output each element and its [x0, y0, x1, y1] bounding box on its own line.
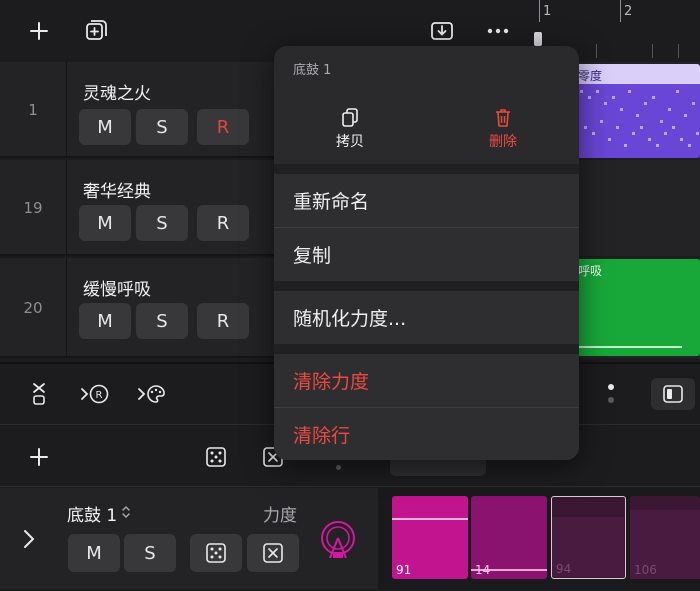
- menu-item-randomize-velocity[interactable]: 随机化力度...: [274, 291, 579, 344]
- copy-label: 拷贝: [336, 133, 364, 150]
- chevron-updown-icon[interactable]: [119, 503, 133, 521]
- add-square-icon[interactable]: [81, 16, 111, 46]
- step-velocity: 14: [475, 563, 491, 577]
- ruler-tick: [678, 44, 679, 58]
- add-row-icon[interactable]: [26, 444, 52, 470]
- region-label: 呼吸: [578, 264, 603, 278]
- track-number: 19: [0, 160, 67, 256]
- ruler-mark: 2: [624, 4, 633, 19]
- tray-download-icon[interactable]: [427, 16, 457, 46]
- pattern-length-icon[interactable]: [27, 380, 51, 408]
- step-velocity: 94: [556, 562, 572, 576]
- row-name[interactable]: 底鼓 1: [67, 501, 117, 526]
- track-name[interactable]: 灵魂之火: [83, 79, 151, 104]
- ruler-mark: 1: [543, 4, 552, 19]
- solo-button[interactable]: S: [136, 303, 188, 339]
- ruler-tick: [620, 0, 621, 22]
- region-line: [578, 346, 682, 348]
- copy-icon: [342, 107, 358, 127]
- context-menu: 底鼓 1 拷贝 删除 重新命名 复制 随机化力度... 清除力度 清除行: [274, 46, 579, 460]
- delete-button[interactable]: 删除: [427, 96, 579, 162]
- row-clear-icon[interactable]: [247, 534, 299, 572]
- region-label: 零度: [578, 69, 603, 83]
- menu-section-gap: [274, 164, 579, 174]
- region-purple[interactable]: 零度: [574, 64, 700, 158]
- record-arm-button[interactable]: R: [197, 303, 249, 339]
- record-arm-button[interactable]: R: [197, 109, 249, 145]
- velocity-label: 力度: [263, 506, 297, 526]
- menu-item-clear-velocity[interactable]: 清除力度: [274, 354, 579, 407]
- region-green[interactable]: 呼吸: [574, 259, 700, 356]
- solo-button[interactable]: S: [136, 205, 188, 241]
- step-velocity: 106: [634, 563, 657, 577]
- track-name[interactable]: 缓慢呼吸: [83, 275, 151, 300]
- sidebar-toggle-icon[interactable]: [651, 378, 695, 410]
- mute-button[interactable]: M: [79, 205, 131, 241]
- ellipsis-icon[interactable]: [483, 16, 513, 46]
- page-dot-active[interactable]: [608, 384, 614, 390]
- step-cell[interactable]: 14: [471, 496, 547, 579]
- menu-item-duplicate[interactable]: 复制: [274, 228, 579, 281]
- midi-notes: [580, 90, 699, 147]
- row-solo-button[interactable]: S: [124, 534, 176, 572]
- track-name[interactable]: 奢华经典: [83, 177, 151, 202]
- menu-section-gap: [274, 344, 579, 354]
- menu-item-rename[interactable]: 重新命名: [274, 174, 579, 227]
- step-velocity: 91: [396, 563, 412, 577]
- ruler-tick: [539, 0, 540, 22]
- track-number: 20: [0, 258, 67, 358]
- step-cell[interactable]: 106: [630, 496, 700, 579]
- trash-icon: [496, 108, 510, 127]
- track-number: 1: [0, 62, 67, 158]
- record-mode-icon[interactable]: R: [79, 380, 111, 408]
- menu-section-gap: [274, 281, 579, 291]
- step-cell[interactable]: 94: [551, 496, 626, 579]
- solo-button[interactable]: S: [136, 109, 188, 145]
- record-arm-button[interactable]: R: [197, 205, 249, 241]
- ruler-tick: [652, 44, 653, 58]
- row-randomize-icon[interactable]: [190, 534, 242, 572]
- randomize-dice-icon[interactable]: [203, 444, 229, 470]
- page-dot: [336, 465, 341, 470]
- menu-title: 底鼓 1: [293, 63, 332, 78]
- chevron-right-icon[interactable]: [18, 525, 40, 553]
- plus-icon[interactable]: [24, 16, 54, 46]
- page-dot[interactable]: [608, 397, 614, 403]
- row-mute-button[interactable]: M: [68, 534, 120, 572]
- palette-mode-icon[interactable]: [136, 380, 168, 408]
- ruler-tick: [596, 44, 597, 58]
- playhead-handle[interactable]: [534, 32, 542, 46]
- menu-item-clear-row[interactable]: 清除行: [274, 408, 579, 460]
- mute-button[interactable]: M: [79, 303, 131, 339]
- step-cell[interactable]: 91: [392, 496, 468, 579]
- delete-label: 删除: [489, 133, 517, 150]
- svg-text:R: R: [96, 390, 103, 401]
- drum-kit-icon[interactable]: [318, 517, 358, 565]
- mute-button[interactable]: M: [79, 109, 131, 145]
- copy-button[interactable]: 拷贝: [274, 96, 426, 162]
